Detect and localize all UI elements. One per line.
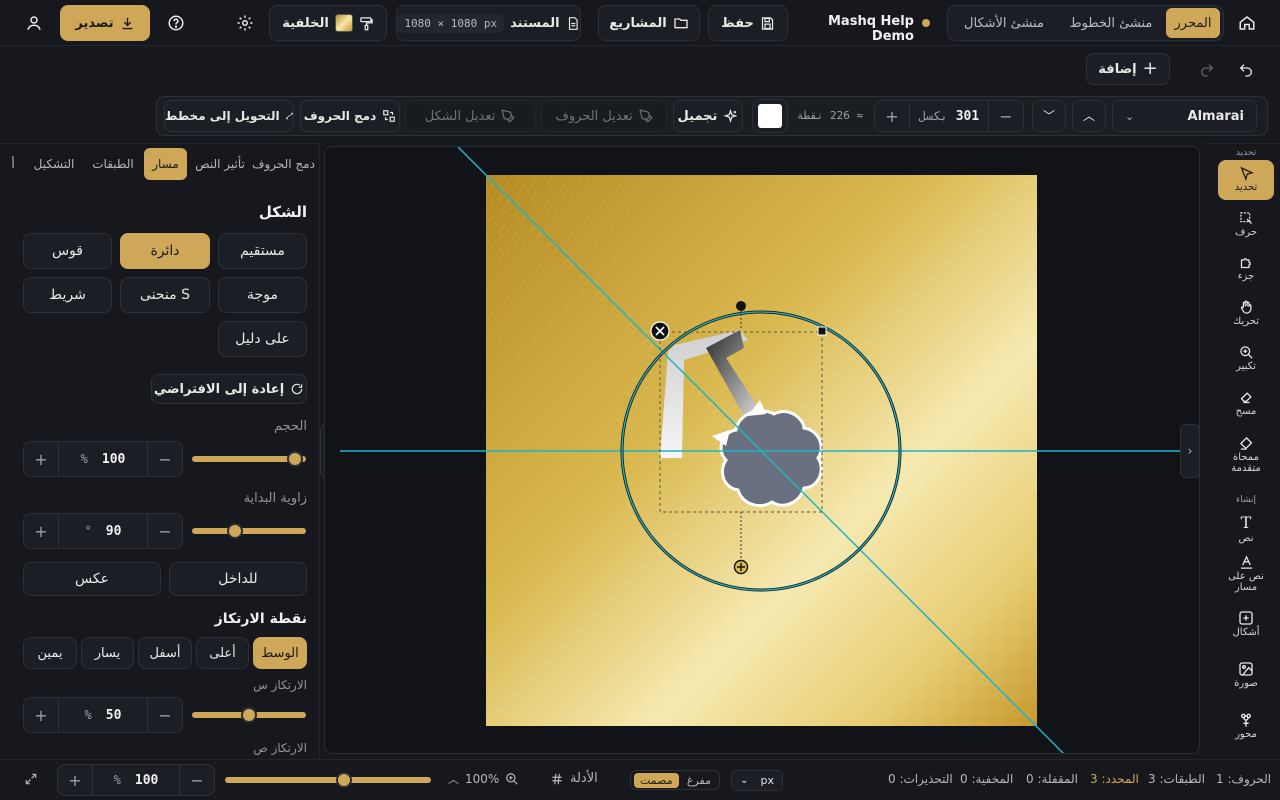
cursor-arrow-icon [1239,166,1254,181]
status-warnings: التحذيرات: 0 [888,772,953,786]
tool-advanced-eraser-label: ممحاة متقدمة [1231,452,1261,474]
chevron-down-icon: ⌄ [740,774,749,786]
guides-label: الأدلة [570,771,598,786]
chevron-right-icon: › [1187,444,1193,458]
expand-icon [25,773,37,785]
fullscreen-button[interactable] [20,768,42,790]
collapse-right-panel-button[interactable]: › [1180,424,1200,478]
zoom-stepper: + % 100 − [57,764,215,796]
zoom-out-button[interactable]: − [180,765,214,795]
rotate-handle[interactable] [736,301,746,311]
resize-handle[interactable] [817,326,827,336]
image-add-icon [1239,662,1253,676]
zoom-in-button[interactable]: + [58,765,92,795]
eraser-icon [1240,392,1252,404]
tool-pan[interactable]: تحريك [1218,300,1274,327]
tools-create-label: إنشاء [1235,495,1256,505]
zoom-value: 100 [134,772,159,788]
flower-axis-icon [1241,713,1251,727]
hand-icon [1240,300,1251,314]
tool-text[interactable]: T نص [1218,514,1274,544]
tool-text-on-path-label: نص على مسار [1228,571,1264,593]
canvas-scene [340,147,1199,753]
tool-text-label: نص [1238,533,1254,544]
zoom-unit: % [113,773,121,787]
plus-square-icon [1239,611,1253,625]
anchor-move-handle[interactable] [733,559,749,575]
puzzle-icon [1240,258,1251,269]
zoom-value-box[interactable]: % 100 [92,765,180,795]
tool-text-on-path[interactable]: نص على مسار [1218,555,1274,593]
fill-mode-solid[interactable]: مصمت [634,772,679,788]
zoom-icon[interactable] [505,772,519,786]
tool-part[interactable]: جزء [1218,255,1274,282]
delete-handle[interactable] [650,321,670,341]
tool-image-label: صورة [1234,678,1258,689]
status-locked: المقفلة: 0 [1026,772,1078,786]
fill-mode-toggle: مصمت مفرغ [630,770,720,790]
guides-toggle[interactable]: الأدلة [550,771,598,786]
tool-part-label: جزء [1237,271,1255,282]
tool-letter[interactable]: حرف [1218,211,1274,238]
tool-shapes[interactable]: أشكال [1218,610,1274,638]
tool-shapes-label: أشكال [1232,627,1260,638]
unit-select[interactable]: ⌄ px [731,770,783,791]
zoom-in-icon [1239,346,1253,359]
tool-advanced-eraser[interactable]: ممحاة متقدمة [1218,436,1274,474]
tool-axis-label: محور [1235,729,1257,740]
advanced-eraser-icon [1239,436,1252,450]
zoom-readout-group: ︿ 100% [448,772,519,786]
status-layers: الطبقات: 3 [1148,772,1205,786]
tool-pan-label: تحريك [1233,316,1259,327]
letter-select-icon [1239,212,1252,224]
unit-value: px [760,774,775,787]
status-hidden: المخفية: 0 [960,772,1014,786]
tools-top-label: تحديد [1235,148,1257,158]
tool-erase-label: مسح [1235,406,1257,417]
fill-mode-hollow[interactable]: مفرغ [682,774,716,787]
zoom-slider-track [225,777,431,783]
status-selected: المحدد: 3 [1090,772,1139,786]
status-letters: الحروف: 1 [1216,772,1272,786]
zoom-readout: 100% [465,772,500,786]
tool-erase[interactable]: مسح [1218,390,1274,417]
text-on-path-icon [1240,555,1252,569]
tool-select-label: تحديد [1234,182,1258,193]
chevron-up-icon[interactable]: ︿ [448,774,459,785]
tool-letter-label: حرف [1234,227,1258,238]
tool-axis[interactable]: محور [1218,712,1274,740]
tool-zoom[interactable]: تكبير [1218,345,1274,372]
tool-zoom-label: تكبير [1236,361,1256,372]
text-icon: T [1240,513,1252,532]
tool-image[interactable]: صورة [1218,661,1274,689]
hash-grid-icon [552,773,562,784]
tool-select[interactable]: تحديد [1218,160,1274,200]
